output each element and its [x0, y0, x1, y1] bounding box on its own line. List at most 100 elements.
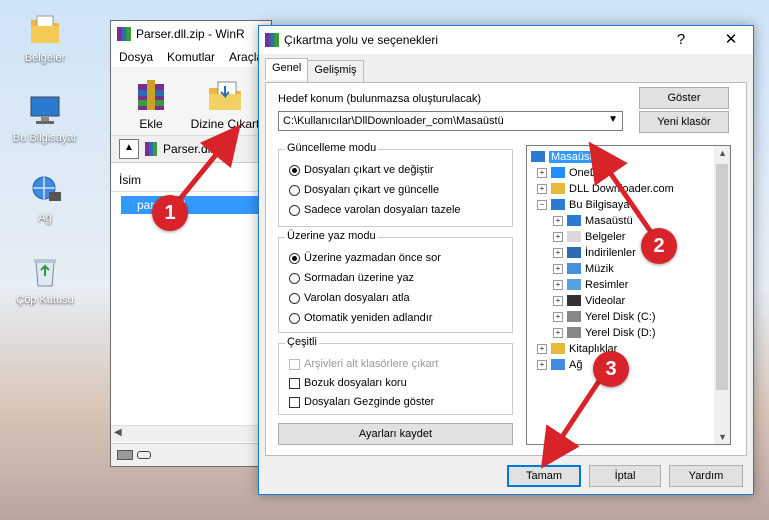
expand-icon[interactable]: +	[553, 231, 563, 242]
radio-extract-replace[interactable]: Dosyaları çıkart ve değiştir	[289, 164, 434, 176]
tree-node[interactable]: Masaüstü	[531, 149, 601, 164]
column-header-name[interactable]: İsim	[111, 169, 271, 192]
add-button[interactable]: Ekle	[121, 76, 181, 135]
winrar-hscrollbar[interactable]: ◀	[111, 425, 271, 442]
tab-advanced[interactable]: Gelişmiş	[307, 60, 364, 82]
destination-path-value: C:\Kullanıcılar\DllDownloader_com\Masaüs…	[283, 115, 504, 127]
tree-node[interactable]: + Videolar	[553, 293, 625, 308]
checkbox-icon[interactable]	[289, 377, 300, 389]
expand-icon[interactable]: +	[553, 295, 563, 306]
tree-vscrollbar[interactable]: ▲ ▼	[714, 146, 730, 444]
help-title-button[interactable]: ?	[659, 26, 703, 54]
expand-icon[interactable]: +	[537, 359, 547, 370]
radio-extract-update[interactable]: Dosyaları çıkart ve güncelle	[289, 184, 439, 196]
destination-path-combo[interactable]: C:\Kullanıcılar\DllDownloader_com\Masaüs…	[278, 111, 623, 131]
radio-icon[interactable]	[289, 312, 300, 324]
extract-to-icon	[206, 76, 244, 114]
radio-fresh-existing[interactable]: Sadece varolan dosyaları tazele	[289, 204, 461, 216]
tree-node-label: Resimler	[585, 278, 629, 291]
tree-node[interactable]: + DLL Downloader.com	[537, 181, 674, 196]
expand-icon[interactable]: +	[553, 215, 563, 226]
documents-folder-icon	[27, 12, 63, 48]
expand-icon[interactable]: +	[537, 343, 547, 354]
radio-ask-before-overwrite[interactable]: Üzerine yazmadan önce sor	[289, 252, 441, 264]
tree-node[interactable]: − Bu Bilgisaya	[537, 197, 630, 212]
tree-node-label: DLL Downloader.com	[569, 182, 674, 195]
show-button[interactable]: Göster	[639, 87, 729, 109]
cancel-button[interactable]: İptal	[589, 465, 661, 487]
this-pc-icon	[551, 199, 565, 210]
up-folder-icon[interactable]: ▲	[119, 139, 139, 159]
folder-icon	[551, 183, 565, 194]
desktop-icon-documents[interactable]: Belgeler	[10, 12, 80, 64]
extract-to-button[interactable]: Dizine Çıkart	[189, 76, 261, 135]
tree-node[interactable]: + Müzik	[553, 261, 614, 276]
close-icon[interactable]: ✕	[709, 26, 753, 54]
tree-node[interactable]: + Ağ	[537, 357, 582, 372]
annotation-badge-1: 1	[152, 195, 188, 231]
radio-overwrite-without-prompt[interactable]: Sormadan üzerine yaz	[289, 272, 414, 284]
desktop-icon-label: Ağ	[38, 212, 52, 224]
documents-icon	[567, 231, 581, 242]
radio-label: Üzerine yazmadan önce sor	[304, 252, 441, 264]
chevron-down-icon[interactable]: ▼	[608, 114, 618, 125]
desktop-icon-label: Belgeler	[24, 52, 66, 64]
expand-icon[interactable]: +	[537, 167, 547, 178]
desktop-icon	[567, 215, 581, 226]
checkbox-show-in-explorer[interactable]: Dosyaları Gezginde göster	[289, 396, 434, 408]
new-folder-button[interactable]: Yeni klasör	[639, 111, 729, 133]
menu-file[interactable]: Dosya	[119, 50, 153, 64]
checkbox-icon	[289, 358, 300, 370]
radio-icon[interactable]	[289, 204, 300, 216]
expand-icon[interactable]: +	[553, 327, 563, 338]
scroll-thumb[interactable]	[716, 164, 728, 390]
radio-selected-icon[interactable]	[289, 252, 300, 264]
expand-icon[interactable]: +	[553, 263, 563, 274]
ok-button[interactable]: Tamam	[507, 465, 581, 487]
help-button[interactable]: Yardım	[669, 465, 743, 487]
winrar-pathbar: ▲ Parser.dll.za	[111, 136, 271, 163]
tree-node-label: Belgeler	[585, 230, 626, 243]
radio-icon[interactable]	[289, 272, 300, 284]
radio-icon[interactable]	[289, 184, 300, 196]
tree-node-label: İndirilenler	[585, 246, 636, 259]
scroll-down-icon[interactable]: ▼	[718, 432, 727, 442]
winrar-statusbar	[111, 443, 271, 466]
key-icon	[137, 451, 151, 459]
menu-commands[interactable]: Komutlar	[167, 50, 215, 64]
scroll-left-icon[interactable]: ◀	[114, 427, 122, 438]
tree-node[interactable]: + Yerel Disk (C:)	[553, 309, 656, 324]
expand-icon[interactable]: +	[553, 247, 563, 258]
desktop-icon-recycle-bin[interactable]: Çöp Kutusu	[10, 254, 80, 306]
save-settings-button[interactable]: Ayarları kaydet	[278, 423, 513, 445]
tree-node[interactable]: + Resimler	[553, 277, 628, 292]
scroll-up-icon[interactable]: ▲	[718, 148, 727, 158]
expand-icon[interactable]: +	[537, 183, 547, 194]
desktop-icon-this-pc[interactable]: Bu Bilgisayar	[10, 92, 80, 144]
update-mode-title: Güncelleme modu	[285, 142, 379, 154]
tree-node[interactable]: + Yerel Disk (D:)	[553, 325, 656, 340]
checkbox-icon[interactable]	[289, 396, 300, 408]
radio-skip-existing[interactable]: Varolan dosyaları atla	[289, 292, 410, 304]
desktop-icon-network[interactable]: Ağ	[10, 172, 80, 224]
file-row[interactable]: parser.dll	[121, 196, 271, 214]
tree-node[interactable]: + OneDr	[537, 165, 601, 180]
radio-selected-icon[interactable]	[289, 164, 300, 176]
tab-general[interactable]: Genel	[265, 58, 309, 80]
folder-tree[interactable]: ▲ ▼ Masaüstü + OneDr + DLL Downloader.com − Bu…	[526, 145, 731, 445]
radio-auto-rename[interactable]: Otomatik yeniden adlandır	[289, 312, 432, 324]
winrar-menubar: Dosya Komutlar Araçla	[111, 47, 271, 67]
radio-label: Otomatik yeniden adlandır	[304, 312, 433, 324]
collapse-icon[interactable]: −	[537, 199, 547, 210]
checkbox-keep-broken[interactable]: Bozuk dosyaları koru	[289, 377, 407, 389]
radio-icon[interactable]	[289, 292, 300, 304]
tree-node-label: Yerel Disk (D:)	[585, 326, 656, 339]
expand-icon[interactable]: +	[553, 311, 563, 322]
tree-node[interactable]: + İndirilenler	[553, 245, 636, 260]
radio-label: Varolan dosyaları atla	[304, 292, 410, 304]
tree-node[interactable]: + Belgeler	[553, 229, 625, 244]
add-archive-icon	[132, 76, 170, 114]
tree-node[interactable]: + Masaüstü	[553, 213, 633, 228]
expand-icon[interactable]: +	[553, 279, 563, 290]
dialog-titlebar: Çıkartma yolu ve seçenekleri ? ✕	[259, 26, 753, 54]
